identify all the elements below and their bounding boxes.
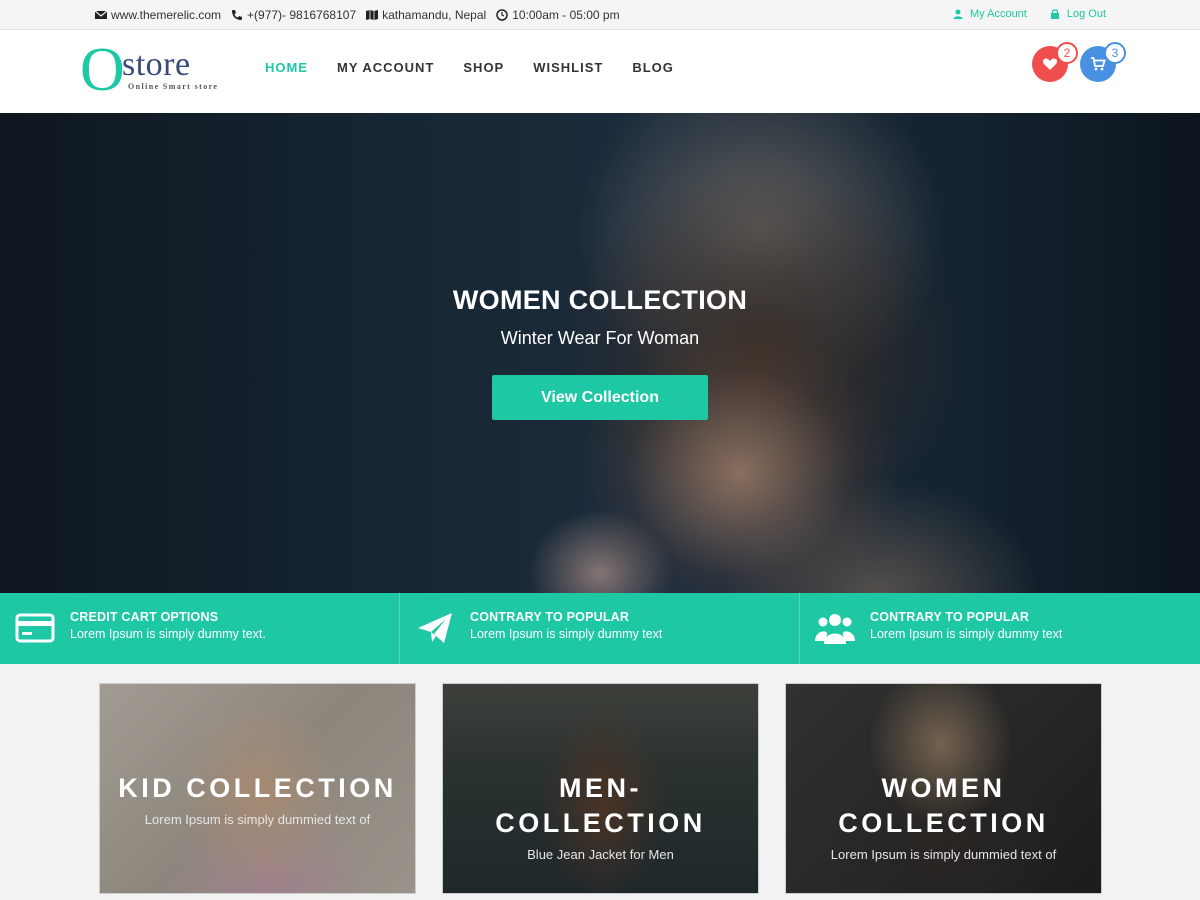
- feature-text: Lorem Ipsum is simply dummy text: [870, 627, 1063, 641]
- logout-link[interactable]: Log Out: [1049, 8, 1106, 20]
- card-title: KID COLLECTION: [118, 773, 397, 803]
- envelope-icon: [95, 10, 107, 19]
- card-text: Lorem Ipsum is simply dummied text of: [830, 847, 1057, 862]
- feature-text: Lorem Ipsum is simply dummy text.: [70, 627, 266, 641]
- card-title-line-2: COLLECTION: [838, 808, 1049, 838]
- card-text: Blue Jean Jacket for Men: [527, 847, 674, 862]
- my-account-link[interactable]: My Account: [952, 8, 1027, 20]
- feature-title: CONTRARY TO POPULAR: [870, 610, 1030, 624]
- feature-shipping: CONTRARY TO POPULAR Lorem Ipsum is simpl…: [400, 593, 800, 664]
- logo-letter: O: [80, 36, 125, 104]
- feature-text: Lorem Ipsum is simply dummy text: [470, 627, 663, 641]
- hero-banner: WOMEN COLLECTION Winter Wear For Woman V…: [0, 113, 1200, 593]
- user-icon: [953, 9, 963, 19]
- cart-count-badge: 3: [1104, 42, 1126, 64]
- nav-home[interactable]: HOME: [265, 60, 308, 75]
- users-icon: [815, 614, 855, 644]
- hours-info: 10:00am - 05:00 pm: [496, 8, 620, 22]
- nav-wishlist[interactable]: WISHLIST: [533, 60, 603, 75]
- card-title-line-2: COLLECTION: [495, 808, 706, 838]
- main-nav: HOME MY ACCOUNT SHOP WISHLIST BLOG: [265, 60, 674, 75]
- phone-text: +(977)- 9816768107: [247, 8, 357, 22]
- feature-support: CONTRARY TO POPULAR Lorem Ipsum is simpl…: [800, 593, 1200, 664]
- cart-button[interactable]: 3: [1080, 42, 1126, 82]
- women-collection-card[interactable]: WOMEN COLLECTION Lorem Ipsum is simply d…: [785, 683, 1102, 894]
- card-text: Lorem Ipsum is simply dummied text of: [144, 812, 371, 827]
- wishlist-count-badge: 2: [1056, 42, 1078, 64]
- kid-collection-card[interactable]: KID COLLECTION Lorem Ipsum is simply dum…: [99, 683, 416, 894]
- location-info: kathamandu, Nepal: [366, 8, 486, 22]
- website-text: www.themerelic.com: [111, 8, 222, 22]
- nav-blog[interactable]: BLOG: [632, 60, 674, 75]
- feature-title: CONTRARY TO POPULAR: [470, 610, 630, 624]
- men-collection-card[interactable]: MEN- COLLECTION Blue Jean Jacket for Men: [442, 683, 759, 894]
- paper-plane-icon: [418, 613, 452, 643]
- card-title-line-1: WOMEN: [881, 773, 1006, 803]
- hero-title: WOMEN COLLECTION: [452, 285, 748, 315]
- phone-icon: [232, 10, 243, 20]
- location-text: kathamandu, Nepal: [382, 8, 487, 22]
- shopping-cart-icon: [1091, 57, 1106, 71]
- wishlist-button[interactable]: 2: [1032, 42, 1078, 82]
- heart-icon: [1042, 58, 1058, 70]
- logo-word: store: [122, 46, 191, 83]
- logo-tagline: Online Smart store: [128, 82, 219, 91]
- map-icon: [366, 10, 379, 20]
- my-account-label: My Account: [970, 8, 1027, 20]
- card-title-line-1: MEN-: [559, 773, 642, 803]
- view-collection-button[interactable]: View Collection: [492, 375, 708, 420]
- hero-image-overlay: [0, 113, 1200, 593]
- nav-my-account[interactable]: MY ACCOUNT: [337, 60, 434, 75]
- feature-title: CREDIT CART OPTIONS: [70, 610, 219, 624]
- hours-text: 10:00am - 05:00 pm: [512, 8, 620, 22]
- nav-shop[interactable]: SHOP: [463, 60, 504, 75]
- top-info-bar: www.themerelic.com +(977)- 9816768107 ka…: [0, 0, 1200, 30]
- phone-info: +(977)- 9816768107: [231, 8, 356, 22]
- website-info: www.themerelic.com: [95, 8, 221, 22]
- clock-icon: [496, 9, 508, 21]
- feature-credit-card: CREDIT CART OPTIONS Lorem Ipsum is simpl…: [0, 593, 400, 664]
- site-logo[interactable]: O store Online Smart store: [80, 36, 230, 104]
- features-strip: CREDIT CART OPTIONS Lorem Ipsum is simpl…: [0, 593, 1200, 664]
- site-header: O store Online Smart store HOME MY ACCOU…: [0, 30, 1200, 113]
- hero-subtitle: Winter Wear For Woman: [500, 328, 700, 348]
- credit-card-icon: [15, 613, 55, 643]
- logout-label: Log Out: [1066, 8, 1106, 20]
- collection-cards: KID COLLECTION Lorem Ipsum is simply dum…: [0, 664, 1200, 900]
- lock-icon: [1050, 9, 1059, 19]
